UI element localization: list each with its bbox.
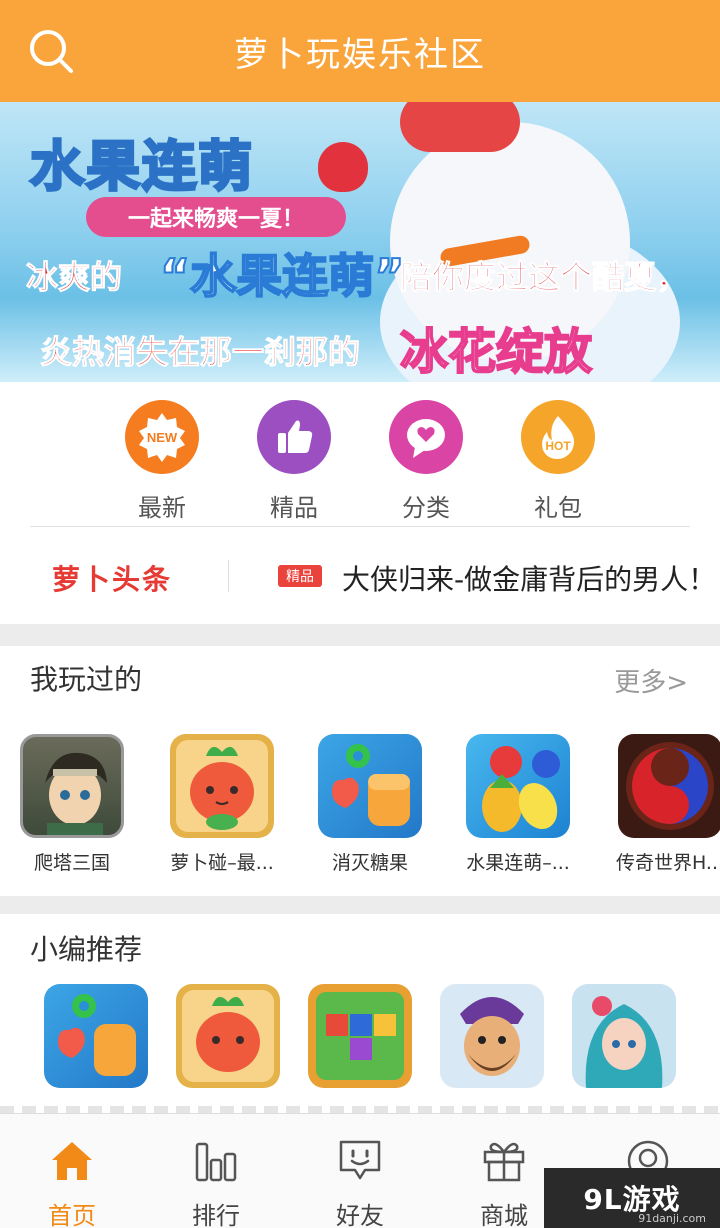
headline-tag: 精品 [278, 565, 322, 587]
recommend-app-icon[interactable] [572, 984, 676, 1088]
nav-item-category[interactable]: 分类 [366, 400, 486, 523]
nav-label-gift: 礼包 [534, 494, 582, 522]
gift-icon [483, 1142, 525, 1182]
tab-label: 首页 [48, 1202, 96, 1228]
chat-face-icon [339, 1140, 381, 1180]
snowman-hat [400, 102, 520, 152]
recommend-section: 小编推荐 [0, 914, 720, 1114]
app-icon-luobopeng [170, 734, 274, 838]
app-header: 萝卜玩娱乐社区 [0, 0, 720, 102]
nav-item-new[interactable]: NEW 最新 [102, 400, 222, 523]
app-name: 爬塔三国 [33, 852, 110, 874]
banner-line1-a: 冰爽的 [25, 258, 123, 297]
app-icon-patasanguo [20, 734, 124, 838]
app-icon-xiaomietangguo [318, 734, 422, 838]
watermark-url: 91danji.com [638, 1212, 706, 1225]
quick-nav: NEW 最新 精品 分类 HOT 礼包 [0, 400, 720, 530]
tab-label: 好友 [336, 1202, 384, 1228]
site-watermark: 9L游戏 91danji.com [544, 1168, 720, 1228]
banner-line1-b: 陪你度过这个酷夏， [399, 258, 689, 297]
app-icon-chuanqishijie [618, 734, 720, 838]
new-badge-text: NEW [147, 430, 178, 445]
tab-home[interactable]: 首页 [0, 1114, 144, 1228]
app-item[interactable]: 水果连萌–... [448, 734, 588, 875]
banner-logo: 水果连萌 [29, 134, 254, 200]
headline-bar[interactable]: 萝卜头条 精品 大侠归来-做金庸背后的男人！ [0, 532, 720, 622]
recommend-app-icon[interactable] [176, 984, 280, 1088]
nav-item-featured[interactable]: 精品 [234, 400, 354, 523]
nav-label-new: 最新 [138, 494, 186, 522]
recommend-app-icon[interactable] [44, 984, 148, 1088]
banner-line1-quote: “水果连萌” [159, 248, 405, 304]
app-name: 水果连萌–... [466, 852, 570, 874]
more-link[interactable]: 更多> [614, 662, 688, 699]
app-item[interactable]: 萝卜碰–最... [152, 734, 292, 875]
recommend-title: 小编推荐 [30, 933, 143, 966]
played-section: 我玩过的 更多> 爬塔三国 萝卜碰–最... 消灭糖果 水果连萌–... 传奇世… [0, 646, 720, 896]
search-icon[interactable] [28, 28, 74, 74]
app-name: 消灭糖果 [331, 852, 408, 874]
bar-chart-icon [195, 1142, 237, 1182]
headline-brand: 萝卜头条 [52, 563, 173, 596]
banner-line2-a: 炎热消失在那一刹那的 [39, 333, 361, 372]
banner-line2-b: 冰花绽放 [399, 323, 593, 381]
nav-label-featured: 精品 [270, 494, 318, 522]
hot-badge-text: HOT [545, 439, 571, 453]
tab-friends[interactable]: 好友 [288, 1114, 432, 1228]
app-name: 萝卜碰–最... [170, 852, 274, 874]
main-card: NEW 最新 精品 分类 HOT 礼包 萝卜头条 精品 大侠归来-做金庸背后的男… [0, 382, 720, 624]
headline-text[interactable]: 大侠归来-做金庸背后的男人！ [342, 558, 716, 598]
promo-banner[interactable]: 水果连萌 一起来畅爽一夏！ 冰爽的 “水果连萌” 陪你度过这个酷夏， 炎热消失在… [0, 102, 720, 382]
played-app-list: 爬塔三国 萝卜碰–最... 消灭糖果 水果连萌–... 传奇世界H... [0, 734, 720, 884]
nav-label-category: 分类 [402, 494, 450, 522]
divider [30, 526, 690, 527]
heart-bubble-icon [389, 400, 463, 474]
recommend-app-icon[interactable] [440, 984, 544, 1088]
recommend-app-list [0, 984, 720, 1094]
strawberry-icon [318, 142, 368, 192]
app-item[interactable]: 爬塔三国 [2, 734, 142, 875]
headline-divider [228, 560, 229, 592]
tab-label: 排行 [192, 1202, 240, 1228]
home-icon [52, 1142, 92, 1180]
played-title: 我玩过的 [30, 663, 143, 696]
app-name: 传奇世界H... [615, 852, 720, 874]
hot-icon: HOT [521, 400, 595, 474]
app-item[interactable]: 传奇世界H... [600, 734, 720, 875]
app-icon-shuiguolianmeng [466, 734, 570, 838]
recommend-app-icon[interactable] [308, 984, 412, 1088]
nav-item-gift[interactable]: HOT 礼包 [498, 400, 618, 523]
app-item[interactable]: 消灭糖果 [300, 734, 440, 875]
tab-ranking[interactable]: 排行 [144, 1114, 288, 1228]
new-icon: NEW [125, 400, 199, 474]
page-title: 萝卜玩娱乐社区 [234, 34, 486, 75]
banner-ribbon: 一起来畅爽一夏！ [86, 197, 346, 237]
thumbs-up-icon [257, 400, 331, 474]
